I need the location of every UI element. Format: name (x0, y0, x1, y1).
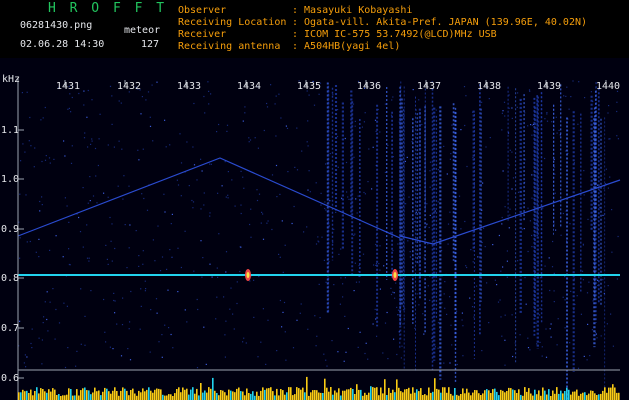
spectrogram-plot (0, 58, 629, 400)
location-label: Receiving Location (178, 17, 287, 28)
observer-value: : Masayuki Kobayashi (292, 5, 413, 16)
x-tick-label: 1439 (537, 81, 562, 92)
x-tick-label: 1437 (417, 81, 442, 92)
observer-label: Observer (178, 5, 227, 16)
meteor-count: 127 (141, 39, 160, 50)
y-tick-label: 1.0 (1, 174, 20, 185)
x-tick-label: 1432 (117, 81, 142, 92)
meteor-echo-1 (245, 269, 251, 281)
filename-label: 06281430.png (20, 20, 93, 31)
y-tick-label: 0.9 (1, 224, 20, 235)
x-tick-label: 1433 (177, 81, 202, 92)
x-tick-label: 1434 (237, 81, 262, 92)
x-tick-label: 1431 (56, 81, 81, 92)
y-tick-label: 0.6 (1, 373, 20, 384)
y-tick-label: 1.1 (1, 125, 20, 136)
x-tick-label: 1436 (357, 81, 382, 92)
receiver-value: : ICOM IC-575 53.7492(@LCD)MHz USB (292, 29, 497, 40)
meteor-label: meteor (124, 25, 161, 36)
x-tick-label: 1435 (297, 81, 322, 92)
frequency-unit-label: kHz (2, 74, 21, 85)
location-value: : Ogata-vill. Akita-Pref. JAPAN (139.96E… (292, 17, 588, 28)
x-tick-label: 1440 (596, 81, 621, 92)
app-logo: H R O F F T (48, 1, 168, 16)
receiver-label: Receiver (178, 29, 227, 40)
antenna-label: Receiving antenna (178, 41, 281, 52)
header-panel: H R O F F T 06281430.png 02.06.28 14:30 … (0, 0, 629, 58)
meteor-echo-2 (392, 269, 398, 281)
x-tick-label: 1438 (477, 81, 502, 92)
antenna-value: : A504HB(yagi 4el) (292, 41, 401, 52)
datetime-label: 02.06.28 14:30 (20, 39, 105, 50)
y-tick-label: 0.8 (1, 273, 20, 284)
y-tick-label: 0.7 (1, 323, 20, 334)
